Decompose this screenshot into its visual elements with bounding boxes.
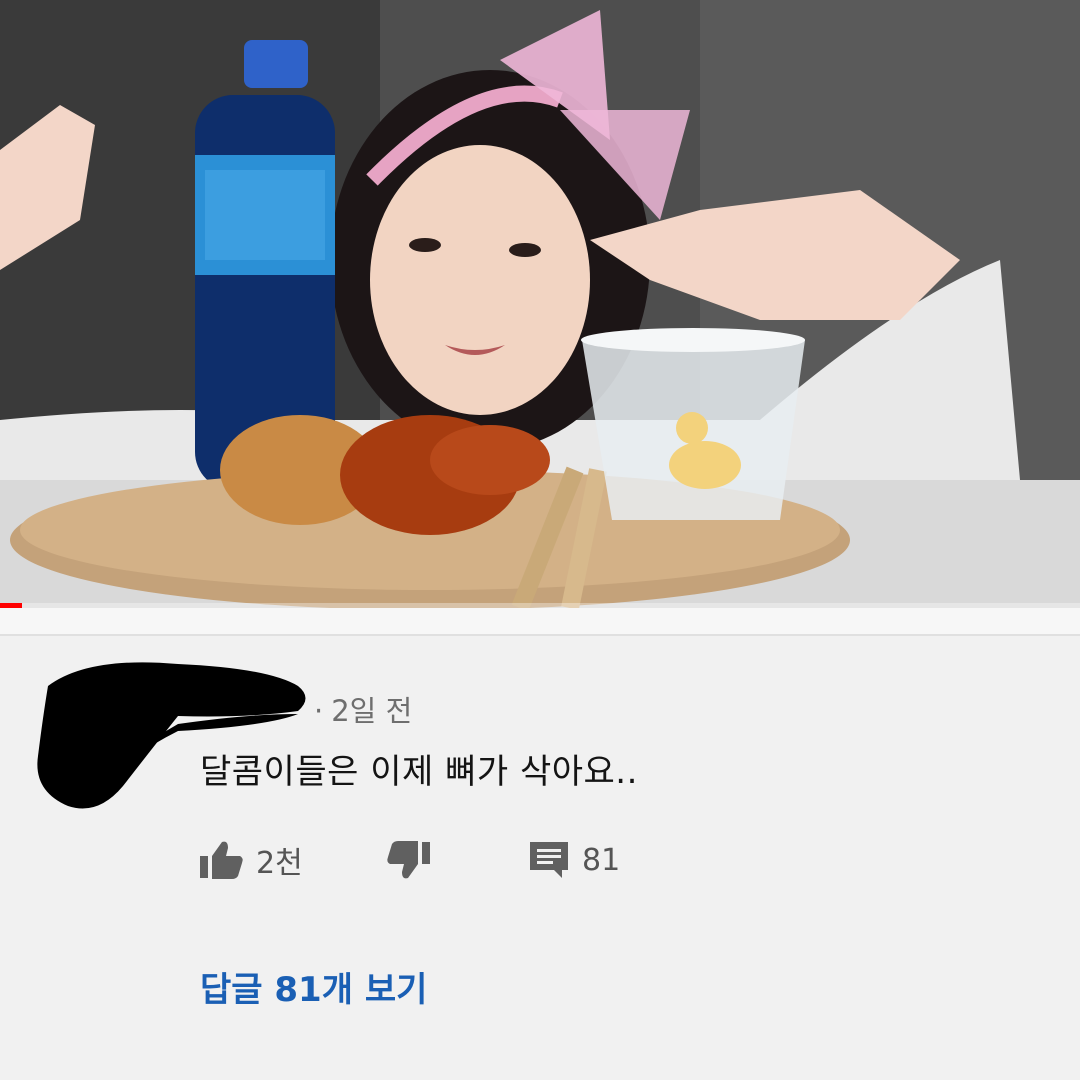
comment-icon <box>528 840 570 880</box>
reply-button[interactable]: 81 <box>528 836 620 884</box>
dislike-button[interactable] <box>386 836 432 884</box>
meta-separator: · <box>314 694 324 728</box>
comment-text: 달콤이들은 이제 뼈가 삭아요.. <box>200 752 638 792</box>
video-player[interactable] <box>0 0 1080 608</box>
view-replies-link[interactable]: 답글 81개 보기 <box>200 962 427 1011</box>
thumbs-up-icon <box>198 840 244 880</box>
video-frame-image <box>0 0 1080 608</box>
thumbs-down-icon <box>386 840 432 880</box>
comment-timestamp: 2일 전 <box>331 694 413 728</box>
comment-meta: · 2일 전 <box>314 688 412 730</box>
like-button[interactable]: 2천 <box>198 836 303 884</box>
redacted-avatar-scribble <box>37 662 306 809</box>
video-divider <box>0 608 1080 636</box>
reply-count: 81 <box>582 842 621 878</box>
like-count: 2천 <box>256 846 303 881</box>
